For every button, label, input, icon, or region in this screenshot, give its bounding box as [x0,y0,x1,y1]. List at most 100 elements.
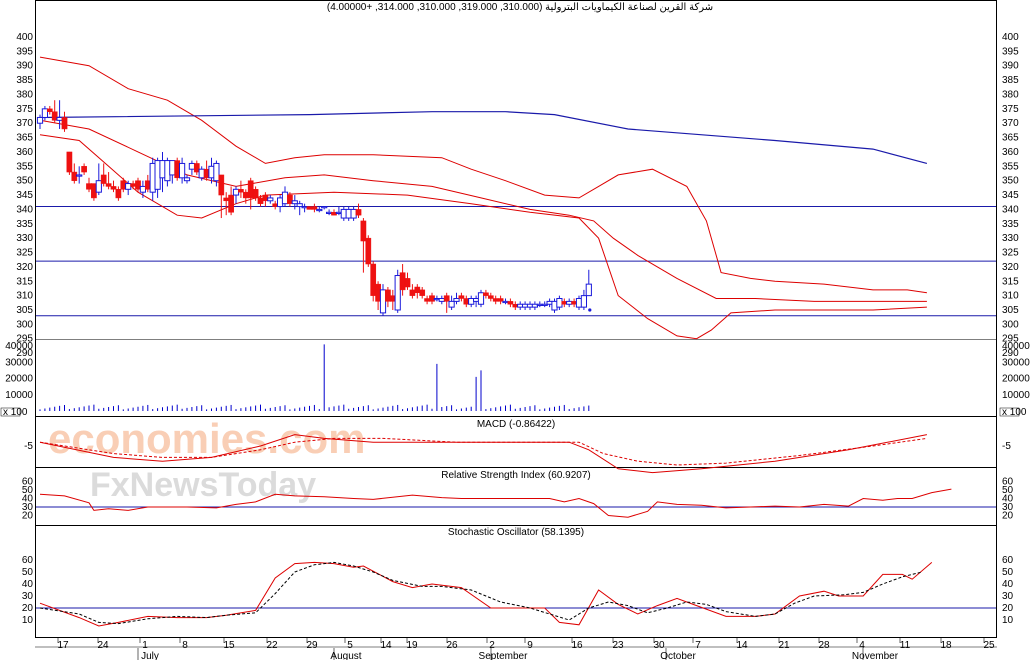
last-price-dot [588,308,592,312]
candle-body [487,295,494,299]
price-tick-label-left: 370 [16,118,33,129]
day-tick-label: 14 [380,640,392,651]
price-tick-label-right: 335 [1002,219,1019,230]
volume-tick-label-left: 40000 [5,341,33,352]
price-tick-label-left: 395 [16,46,33,57]
price-tick-label-left: 400 [16,32,33,43]
day-tick-label: 25 [983,640,995,651]
candle-body [183,177,191,182]
day-tick-label: 19 [406,640,418,651]
day-tick-label: 9 [527,640,533,651]
price-tick-label-right: 360 [1002,147,1019,158]
candle-body [394,275,401,311]
candle-body [448,300,455,308]
stochastic-tick-label-left: 50 [22,567,34,578]
month-label: September [479,651,529,660]
price-tick-label-left: 390 [16,61,33,72]
day-tick-label: 7 [695,640,701,651]
price-tick-label-left: 335 [16,219,33,230]
day-tick-label: 28 [818,640,830,651]
stochastic-tick-label-left: 30 [22,591,34,602]
candle-body [232,188,240,196]
volume-tick-label-right: 40000 [1002,341,1030,352]
candle-body [502,300,509,304]
candle-body [385,289,391,302]
price-tick-label-left: 305 [16,305,33,316]
day-tick-label: 2 [489,640,495,651]
candle-body [350,208,357,219]
volume-tick-label-right: 30000 [1002,357,1030,368]
price-tick-label-right: 370 [1002,118,1019,129]
candle-body [125,183,132,190]
price-tick-label-right: 310 [1002,291,1019,302]
candle-body [228,194,234,213]
rsi-title: Relative Strength Index (60.9207) [441,470,591,481]
day-tick-label: 8 [182,640,188,651]
candle-body [443,295,450,302]
candle-body [139,185,147,193]
price-tick-label-right: 305 [1002,305,1019,316]
price-tick-label-left: 380 [16,89,33,100]
watermark-economies: economies.com [48,415,365,462]
price-tick-label-right: 365 [1002,133,1019,144]
candle-body [198,168,205,179]
candle-body [169,160,176,176]
price-tick-label-right: 345 [1002,190,1019,201]
candle-body [316,208,323,212]
price-tick-label-left: 310 [16,291,33,302]
day-tick-label: 4 [859,640,865,651]
stochastic-tick-label-left: 40 [22,579,34,590]
candle-body [179,162,186,179]
candle-body [257,197,264,204]
price-tick-label-left: 350 [16,176,33,187]
price-chart-title: شركة القرين لصناعة الكيماويات البترولية … [327,2,713,13]
candle-body [399,272,406,291]
candle-body [238,189,244,193]
price-tick-label-right: 375 [1002,104,1019,115]
day-tick-label: 17 [57,640,69,651]
candle-body [188,162,196,170]
candle-body [247,180,254,199]
candle-body [56,116,63,121]
candle-body [477,292,485,305]
candle-body [267,197,274,202]
price-tick-label-left: 325 [16,248,33,259]
volume-scale-label-left: x 100 [3,407,28,418]
volume-tick-label-left: 10000 [5,390,33,401]
price-tick-label-right: 380 [1002,89,1019,100]
price-tick-label-right: 340 [1002,204,1019,215]
price-tick-label-left: 330 [16,233,33,244]
price-tick-label-right: 350 [1002,176,1019,187]
price-tick-label-right: 385 [1002,75,1019,86]
macd-tick-label-right: -5 [1002,441,1011,452]
price-tick-label-left: 375 [16,104,33,115]
candle-body [213,162,220,182]
volume-scale-label-right: x 100 [1002,407,1027,418]
day-tick-label: 29 [306,640,318,651]
day-tick-label: 16 [571,640,583,651]
rsi-tick-label-right: 60 [1002,477,1014,488]
price-tick-label-left: 320 [16,262,33,273]
price-tick-label-right: 300 [1002,319,1019,330]
candle-body [218,174,225,196]
month-label: November [852,651,899,660]
stochastic-tick-label-right: 60 [1002,555,1014,566]
candle-body [306,206,313,210]
stochastic-tick-label-right: 50 [1002,567,1014,578]
candle-body [242,191,249,199]
candle-body [100,174,107,184]
day-tick-label: 1 [142,640,148,651]
candle-body [453,298,460,302]
candle-body [355,209,362,216]
candle-body [281,191,289,205]
candle-body [41,108,48,118]
candle-body [404,278,411,288]
candle-body [301,206,308,209]
month-label: August [330,651,361,660]
candle-body [483,292,489,296]
price-tick-label-right: 330 [1002,233,1019,244]
rsi-tick-label-left: 60 [22,477,34,488]
watermark-fxnewstoday: FxNewsToday [90,466,316,504]
day-tick-label: 26 [446,640,458,651]
price-tick-label-left: 385 [16,75,33,86]
